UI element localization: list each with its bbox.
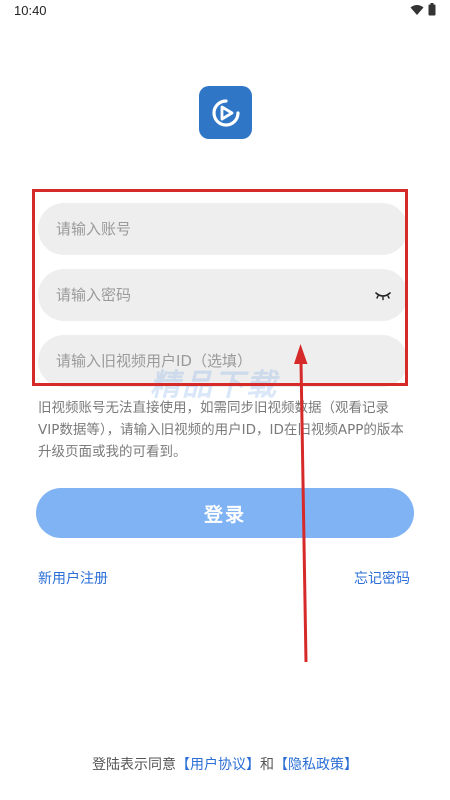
password-input[interactable] [54,285,392,305]
app-logo [199,86,252,139]
status-icons [410,3,436,16]
agreement-footer: 登陆表示同意【用户协议】和【隐私政策】 [0,754,450,774]
account-field[interactable] [38,203,408,255]
password-field[interactable] [38,269,408,321]
play-icon [211,98,240,127]
status-time: 10:40 [14,3,47,18]
account-input[interactable] [54,219,392,239]
forgot-password-link[interactable]: 忘记密码 [354,568,410,588]
privacy-policy-link[interactable]: 【隐私政策】 [274,757,358,773]
eye-closed-icon[interactable] [374,288,392,302]
wifi-icon [410,4,424,15]
register-link[interactable]: 新用户注册 [38,568,108,588]
old-account-hint: 旧视频账号无法直接使用，如需同步旧视频数据（观看记录 VIP数据等），请输入旧视… [38,400,404,460]
agreement-prefix: 登陆表示同意 [92,757,176,773]
agreement-and: 和 [260,757,274,773]
watermark: 精品下载 [150,368,278,403]
status-bar: 10:40 [0,0,450,24]
user-agreement-link[interactable]: 【用户协议】 [176,757,260,773]
login-button[interactable]: 登录 [36,488,414,538]
battery-icon [428,3,436,16]
